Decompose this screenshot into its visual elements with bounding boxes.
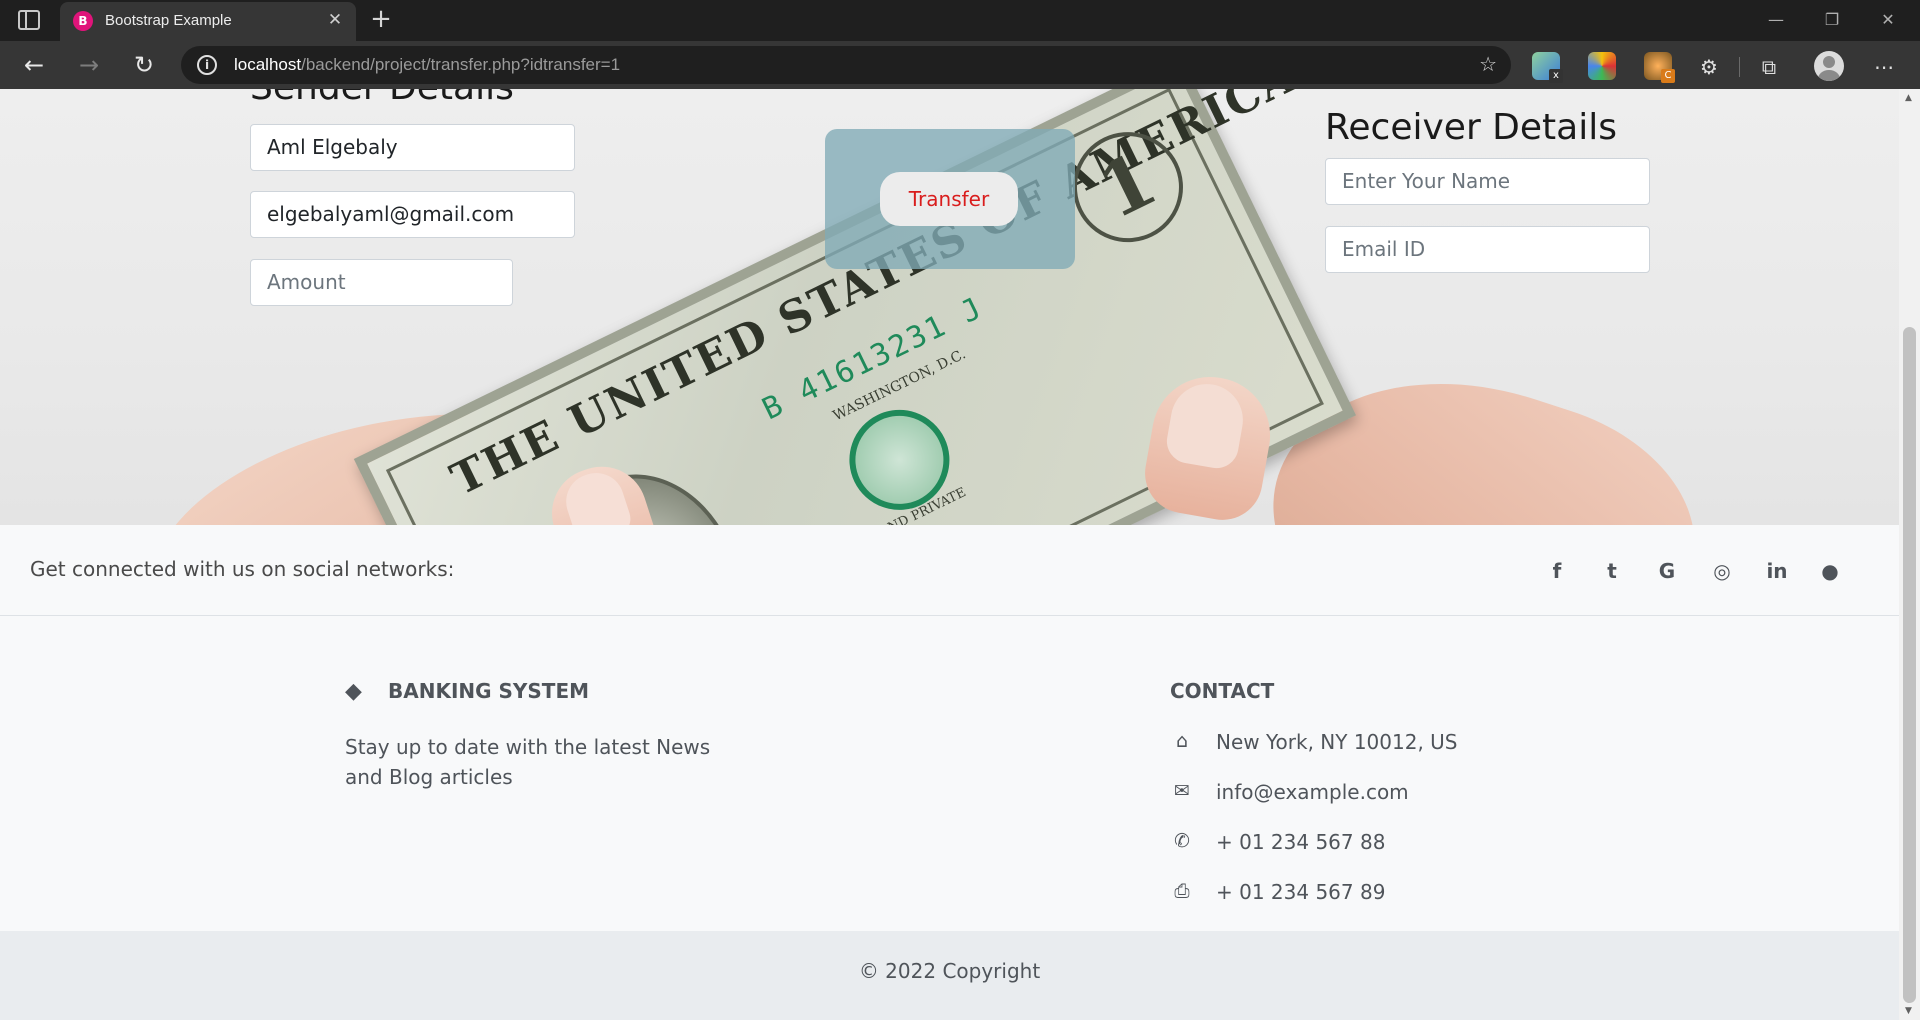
browser-toolbar: ← → ↻ i localhost/backend/project/transf… <box>0 41 1920 89</box>
url-host: localhost <box>234 55 302 74</box>
amount-input[interactable]: Amount <box>250 259 513 306</box>
copyright-bar: © 2022 Copyright <box>0 931 1899 1020</box>
envelope-icon: ✉ <box>1174 780 1190 802</box>
color-picker-extension-icon[interactable] <box>1588 52 1616 80</box>
extensions-icon[interactable]: ⚙ <box>1694 52 1724 82</box>
contact-address: New York, NY 10012, US <box>1216 730 1458 754</box>
bootstrap-icon: B <box>73 11 93 31</box>
copyright-text: © 2022 Copyright <box>858 959 1041 983</box>
scrollbar-thumb[interactable] <box>1903 327 1916 1003</box>
close-tab-icon[interactable]: ✕ <box>324 9 346 31</box>
browser-tab-bar: B Bootstrap Example ✕ + — ❐ ✕ <box>0 0 1920 41</box>
footer: ◆ BANKING SYSTEM Stay up to date with th… <box>0 617 1899 931</box>
scroll-up-arrow-icon[interactable]: ▲ <box>1905 93 1912 103</box>
page-content: THE UNITED STATES OF AMERICA B 41613231 … <box>0 89 1899 1020</box>
sender-details-title: Sender Details <box>250 89 514 108</box>
toolbar-divider <box>1739 57 1740 77</box>
social-networks-bar: Get connected with us on social networks… <box>0 525 1899 616</box>
url-text[interactable]: localhost/backend/project/transfer.php?i… <box>234 55 620 75</box>
favorite-star-icon[interactable]: ☆ <box>1479 52 1497 76</box>
transfer-button[interactable]: Transfer <box>880 172 1018 226</box>
footer-brand-description: Stay up to date with the latest News and… <box>345 735 711 789</box>
gem-icon: ◆ <box>345 679 362 704</box>
receiver-details-title: Receiver Details <box>1325 107 1617 148</box>
instagram-icon[interactable]: ◎ <box>1708 557 1736 585</box>
home-icon: ⌂ <box>1175 730 1189 752</box>
minimize-button[interactable]: — <box>1754 6 1798 34</box>
forward-button[interactable]: → <box>72 49 106 83</box>
address-bar[interactable]: i localhost/backend/project/transfer.php… <box>181 46 1511 84</box>
collections-icon[interactable]: ⧉ <box>1754 52 1784 82</box>
settings-menu-icon[interactable]: ⋯ <box>1869 52 1899 82</box>
transfer-panel: Transfer <box>825 129 1075 269</box>
sender-email-input[interactable]: elgebalyaml@gmail.com <box>250 191 575 238</box>
new-tab-button[interactable]: + <box>366 4 396 34</box>
back-button[interactable]: ← <box>17 49 51 83</box>
phone-icon: ✆ <box>1174 830 1190 852</box>
receiver-email-input[interactable]: Email ID <box>1325 226 1650 273</box>
contact-fax: + 01 234 567 89 <box>1216 880 1386 904</box>
tab-actions-icon[interactable] <box>18 10 40 30</box>
c-extension-icon[interactable]: C <box>1644 52 1675 83</box>
receiver-name-input[interactable]: Enter Your Name <box>1325 158 1650 205</box>
site-info-icon[interactable]: i <box>197 55 217 75</box>
sender-name-input[interactable]: Aml Elgebaly <box>250 124 575 171</box>
contact-email: info@example.com <box>1216 780 1409 804</box>
close-window-button[interactable]: ✕ <box>1866 6 1910 34</box>
twitter-icon[interactable]: t <box>1598 557 1626 585</box>
x-extension-icon[interactable]: x <box>1532 52 1563 83</box>
github-icon[interactable]: ● <box>1816 557 1844 585</box>
facebook-icon[interactable]: f <box>1543 557 1571 585</box>
social-networks-text: Get connected with us on social networks… <box>30 557 455 581</box>
contact-phone: + 01 234 567 88 <box>1216 830 1386 854</box>
google-icon[interactable]: G <box>1653 557 1681 585</box>
footer-contact-title: CONTACT <box>1170 679 1275 703</box>
tab-title: Bootstrap Example <box>105 12 232 29</box>
linkedin-icon[interactable]: in <box>1763 557 1791 585</box>
hero-section: THE UNITED STATES OF AMERICA B 41613231 … <box>0 89 1899 525</box>
profile-avatar[interactable] <box>1814 51 1844 81</box>
scroll-down-arrow-icon[interactable]: ▼ <box>1905 1006 1912 1016</box>
print-icon: ⎙ <box>1174 880 1190 902</box>
url-path: /backend/project/transfer.php?idtransfer… <box>301 55 621 74</box>
reload-button[interactable]: ↻ <box>127 49 161 83</box>
footer-brand-title: BANKING SYSTEM <box>388 679 590 703</box>
page-scrollbar[interactable]: ▲ ▼ <box>1899 89 1920 1020</box>
browser-tab[interactable]: B Bootstrap Example ✕ <box>60 2 356 41</box>
restore-button[interactable]: ❐ <box>1810 6 1854 34</box>
